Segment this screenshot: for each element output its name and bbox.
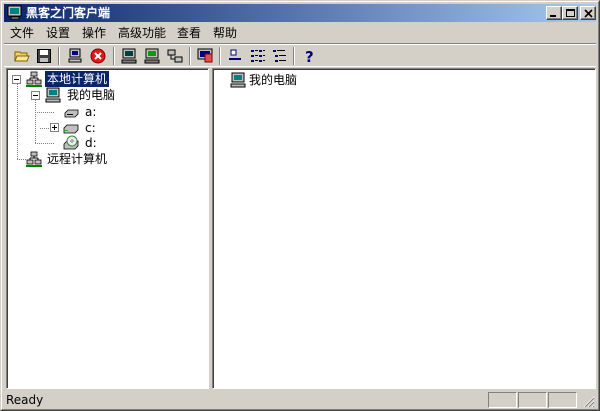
minimize-icon [550, 15, 556, 17]
toolbar-separator [293, 47, 295, 65]
stop-icon [90, 48, 106, 64]
network-computers-icon [26, 71, 42, 87]
help-button[interactable]: ? [298, 46, 320, 66]
computer-connect-icon [68, 48, 82, 63]
expand-toggle-drive-c[interactable] [50, 123, 59, 132]
content-pane-inner: 我的电脑 [213, 69, 595, 388]
floppy-drive-icon [64, 109, 79, 118]
network-button[interactable] [164, 46, 186, 66]
tree-pane[interactable]: 本地计算机 我的电脑 a: c: d: 远程计算机 [6, 68, 209, 389]
stop-button[interactable] [87, 46, 109, 66]
list-view-button[interactable] [247, 46, 269, 66]
connect-button[interactable] [64, 46, 86, 66]
monitor-button[interactable] [118, 46, 140, 66]
tree-label-remote: 远程计算机 [47, 152, 108, 166]
status-panel [548, 392, 577, 408]
save-disk-icon [37, 49, 51, 63]
tree-label-drive-d: d: [85, 136, 97, 150]
tree-label-drive-c: c: [85, 121, 96, 135]
status-panel [488, 392, 517, 408]
monitor-green-icon [144, 48, 160, 64]
toolbar-separator [113, 47, 115, 65]
tree-line [35, 100, 36, 144]
app-computer-icon [7, 5, 22, 20]
network-icon [167, 49, 183, 63]
screen-capture-icon [197, 48, 213, 63]
collapse-toggle-local[interactable] [12, 75, 21, 84]
tree-pane-inner: 本地计算机 我的电脑 a: c: d: 远程计算机 [7, 69, 208, 388]
save-button[interactable] [33, 46, 55, 66]
status-text: Ready [6, 393, 44, 407]
minimize-button[interactable] [546, 6, 562, 20]
tree-line [17, 84, 18, 160]
my-computer-icon [45, 87, 61, 103]
maximize-button[interactable] [562, 6, 578, 20]
cd-drive-icon [63, 135, 79, 150]
details-view-icon [273, 50, 286, 62]
tree-line [35, 112, 55, 113]
main-window: 黑客之门客户端 文件 设置 操作 高级功能 查看 帮助 ? 本地计算机 我的电脑… [0, 0, 600, 411]
large-icons-button[interactable] [224, 46, 246, 66]
title-bar[interactable]: 黑客之门客户端 [4, 4, 596, 22]
collapse-toggle-my-computer[interactable] [31, 91, 40, 100]
resize-grip-icon[interactable] [583, 396, 595, 408]
close-icon [584, 9, 593, 18]
list-item-label: 我的电脑 [249, 73, 298, 87]
toolbar: ? [4, 43, 596, 67]
menu-advanced[interactable]: 高级功能 [117, 25, 167, 41]
menu-settings[interactable]: 设置 [45, 25, 71, 41]
tree-label-my-computer: 我的电脑 [67, 88, 116, 102]
screen-capture-button[interactable] [194, 46, 216, 66]
close-button[interactable] [580, 6, 596, 20]
my-computer-icon [230, 72, 246, 88]
window-title: 黑客之门客户端 [26, 6, 111, 20]
status-bar: Ready [4, 391, 596, 409]
toolbar-separator [219, 47, 221, 65]
large-icons-icon [229, 49, 241, 60]
maximize-icon [566, 9, 575, 17]
open-folder-icon [14, 51, 30, 62]
tree-label-local: 本地计算机 [43, 70, 111, 88]
menu-operations[interactable]: 操作 [81, 25, 107, 41]
status-panel [518, 392, 547, 408]
content-pane[interactable]: 我的电脑 [212, 68, 596, 389]
help-icon: ? [305, 48, 314, 64]
tree-line [35, 143, 55, 144]
toolbar-separator [58, 47, 60, 65]
remote-network-icon [26, 151, 42, 167]
hard-drive-icon [63, 124, 79, 134]
list-view-icon [251, 50, 265, 62]
toolbar-separator [189, 47, 191, 65]
svg-text:?: ? [305, 48, 314, 64]
menu-file[interactable]: 文件 [9, 25, 35, 41]
monitor-icon [121, 48, 137, 64]
monitor-green-button[interactable] [141, 46, 163, 66]
menu-help[interactable]: 帮助 [212, 25, 238, 41]
tree-label-drive-a: a: [85, 105, 97, 119]
menu-view[interactable]: 查看 [176, 25, 202, 41]
menu-bar: 文件 设置 操作 高级功能 查看 帮助 [4, 23, 596, 42]
details-view-button[interactable] [269, 46, 291, 66]
open-button[interactable] [11, 46, 33, 66]
